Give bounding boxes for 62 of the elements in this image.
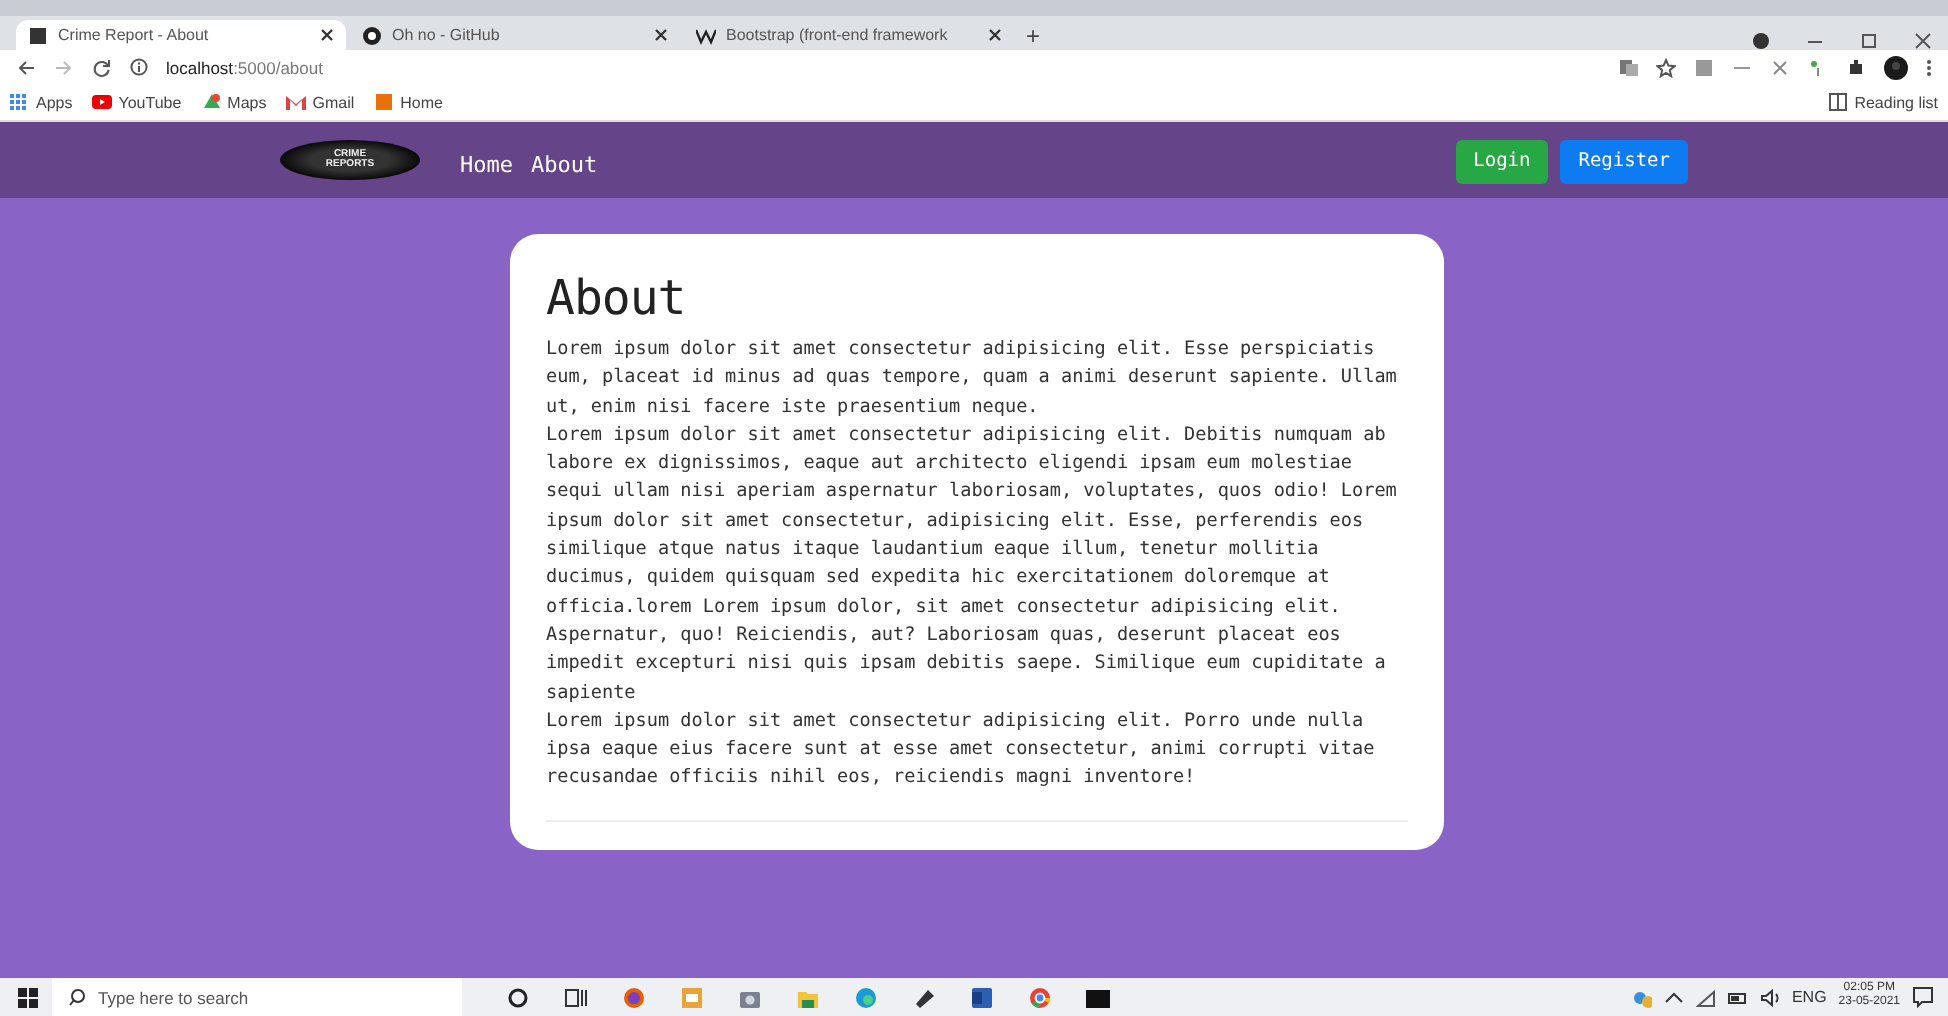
- video-icon: [92, 92, 113, 112]
- github-icon: [362, 25, 382, 45]
- nav-link[interactable]: About: [531, 151, 598, 177]
- maximize-icon[interactable]: [1860, 32, 1878, 50]
- terminal-icon[interactable]: [1086, 985, 1110, 1009]
- chrome-icon[interactable]: [1028, 985, 1052, 1009]
- more-icon[interactable]: [1926, 57, 1932, 77]
- bookmark-link[interactable]: Maps: [201, 92, 267, 112]
- paragraph: Lorem ipsum dolor sit amet consectetur adipisicing elit. Esse perspiciatis eum, placeat id minus ad quas tempore, quam a animi deserunt sapiente. Ullam ut, enim nisi facere iste praesentium neque.: [546, 336, 1399, 422]
- paragraph: Lorem ipsum dolor sit amet consectetur adipisicing elit. Porro unde nulla ipsa eaque eius facere sunt at esse amet consectetur, animi corrupti vitae recusandae officiis nihil eos, reiciendis magni inventore!: [546, 707, 1377, 793]
- cortana-icon[interactable]: [506, 985, 530, 1009]
- page-icon: [28, 25, 48, 45]
- firefox-icon[interactable]: [622, 985, 646, 1009]
- browser-tab[interactable]: Bootstrap (front-end framework: [684, 20, 1014, 50]
- paragraph: Lorem ipsum dolor sit amet consectetur adipisicing elit. Debitis numquam ab labore ex dignissimos, eaque aut architecto eligendi ipsam eum molestiae sequi ullam nisi aperiam aspernatur laboriosam, voluptates, quos odio! Lorem ipsum dolor sit amet consectetur, adipisicing elit. Esse, perferendis eos similique atque natus itaque laudantium eaque illum, tenetur mollitia ducimus, quidem quisquam sed expedita hic exercitationem doloremque at officia.lorem Lorem ipsum dolor, sit amet consectetur adipisicing elit. Aspernatur, quo! Reiciendis, aut? Laboriosam quas, deserunt placeat eos impedit excepturi nisi quis ipsam debitis saepe. Similique eum cupiditate a sapiente: [546, 421, 1399, 708]
- nav-link[interactable]: Home: [460, 151, 513, 177]
- bookmark-icon: [374, 92, 395, 112]
- reading-list-icon: [1828, 92, 1849, 112]
- battery-icon[interactable]: [1727, 987, 1748, 1007]
- new-tab-button[interactable]: +: [1018, 22, 1049, 50]
- start-icon[interactable]: [18, 987, 38, 1007]
- apps-icon: [10, 92, 30, 112]
- star-icon[interactable]: [1656, 57, 1676, 77]
- reload-icon[interactable]: [92, 57, 112, 77]
- address-field[interactable]: localhost:5000/about: [166, 57, 323, 77]
- word-icon[interactable]: [970, 985, 994, 1009]
- notification-icon[interactable]: [1912, 986, 1934, 1008]
- search-icon: [68, 988, 86, 1006]
- bookmark-link[interactable]: Home: [374, 92, 443, 112]
- network-icon[interactable]: [1695, 987, 1716, 1007]
- bookmark-link[interactable]: Gmail: [286, 92, 355, 112]
- browser-tab[interactable]: Crime Report - About: [16, 20, 346, 50]
- tab-title: Crime Report - About: [58, 26, 211, 44]
- profile-icon[interactable]: [1752, 32, 1770, 50]
- translate-icon[interactable]: [1618, 57, 1638, 77]
- bookmark-link[interactable]: Apps: [10, 92, 73, 112]
- tab-title: Oh no - GitHub: [392, 26, 502, 44]
- close-icon[interactable]: [988, 28, 1002, 42]
- bookmark-link[interactable]: YouTube: [92, 92, 182, 112]
- page-heading: About: [546, 270, 688, 326]
- speaker-icon[interactable]: [1759, 987, 1780, 1007]
- avatar-icon[interactable]: [1884, 55, 1908, 79]
- browser-tab[interactable]: Oh no - GitHub: [350, 20, 680, 50]
- map-icon: [201, 92, 222, 112]
- people-icon: [1631, 987, 1652, 1007]
- task-view-icon[interactable]: [564, 985, 588, 1009]
- close-icon[interactable]: [654, 28, 668, 42]
- register-button[interactable]: Register: [1560, 139, 1688, 184]
- reading-list-button[interactable]: Reading list: [1828, 92, 1938, 112]
- close-icon[interactable]: [1914, 32, 1932, 50]
- close-icon[interactable]: [320, 28, 334, 42]
- pen-icon[interactable]: [912, 985, 936, 1009]
- tab-title: Bootstrap (front-end framework: [726, 26, 950, 44]
- back-icon[interactable]: [16, 57, 36, 77]
- edge-icon[interactable]: [854, 985, 878, 1009]
- search-field[interactable]: Type here to search: [52, 978, 462, 1016]
- chevron-up-icon[interactable]: [1663, 987, 1684, 1007]
- mail-icon: [286, 92, 307, 112]
- puzzle-icon[interactable]: [1846, 57, 1866, 77]
- language-indicator[interactable]: ENG: [1791, 988, 1827, 1006]
- info-icon: [130, 58, 148, 76]
- wikipedia-icon: [696, 25, 716, 45]
